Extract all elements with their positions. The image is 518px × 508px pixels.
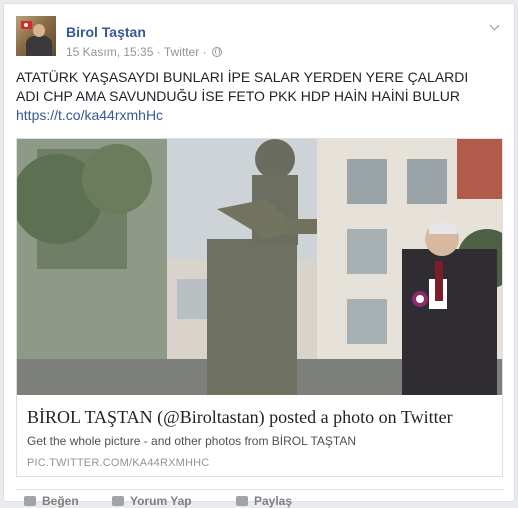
avatar[interactable] — [16, 16, 56, 56]
like-button[interactable]: Beğen — [24, 494, 79, 508]
post-link[interactable]: https://t.co/ka44rxmhHc — [16, 107, 163, 123]
share-button[interactable]: Paylaş — [236, 494, 292, 508]
chevron-down-icon[interactable] — [490, 22, 500, 32]
flag-icon — [21, 21, 32, 29]
comment-icon — [112, 496, 124, 506]
link-preview-card[interactable]: BİROL TAŞTAN (@Biroltastan) posted a pho… — [16, 138, 503, 477]
post-text: ATATÜRK YAŞASAYDI BUNLARI İPE SALAR YERD… — [16, 68, 494, 125]
like-icon — [24, 496, 36, 506]
meta-separator: · — [156, 45, 161, 59]
comment-label: Yorum Yap — [130, 494, 192, 508]
card-description: Get the whole picture - and other photos… — [27, 434, 357, 448]
post-body: ATATÜRK YAŞASAYDI BUNLARI İPE SALAR YERD… — [16, 69, 469, 104]
like-label: Beğen — [42, 494, 79, 508]
preview-photo[interactable] — [17, 139, 502, 395]
share-label: Paylaş — [254, 494, 293, 508]
share-icon — [236, 496, 248, 506]
globe-icon[interactable] — [211, 47, 222, 57]
post-source[interactable]: Twitter — [164, 45, 199, 59]
author-name[interactable]: Birol Taştan — [66, 24, 146, 40]
action-bar: Beğen Yorum Yap Paylaş — [16, 489, 504, 508]
post-header: Birol Taştan 15 Kasım, 15:35 · Twitter · — [16, 16, 504, 62]
post-card: Birol Taştan 15 Kasım, 15:35 · Twitter ·… — [3, 3, 515, 508]
post-meta: 15 Kasım, 15:35 · Twitter · — [66, 45, 222, 59]
card-domain: PIC.TWITTER.COM/KA44RXMHHC — [27, 457, 210, 469]
meta-separator: · — [202, 45, 207, 59]
comment-button[interactable]: Yorum Yap — [112, 494, 192, 508]
card-title[interactable]: BİROL TAŞTAN (@Biroltastan) posted a pho… — [27, 407, 453, 428]
post-date[interactable]: 15 Kasım, 15:35 — [66, 45, 153, 59]
